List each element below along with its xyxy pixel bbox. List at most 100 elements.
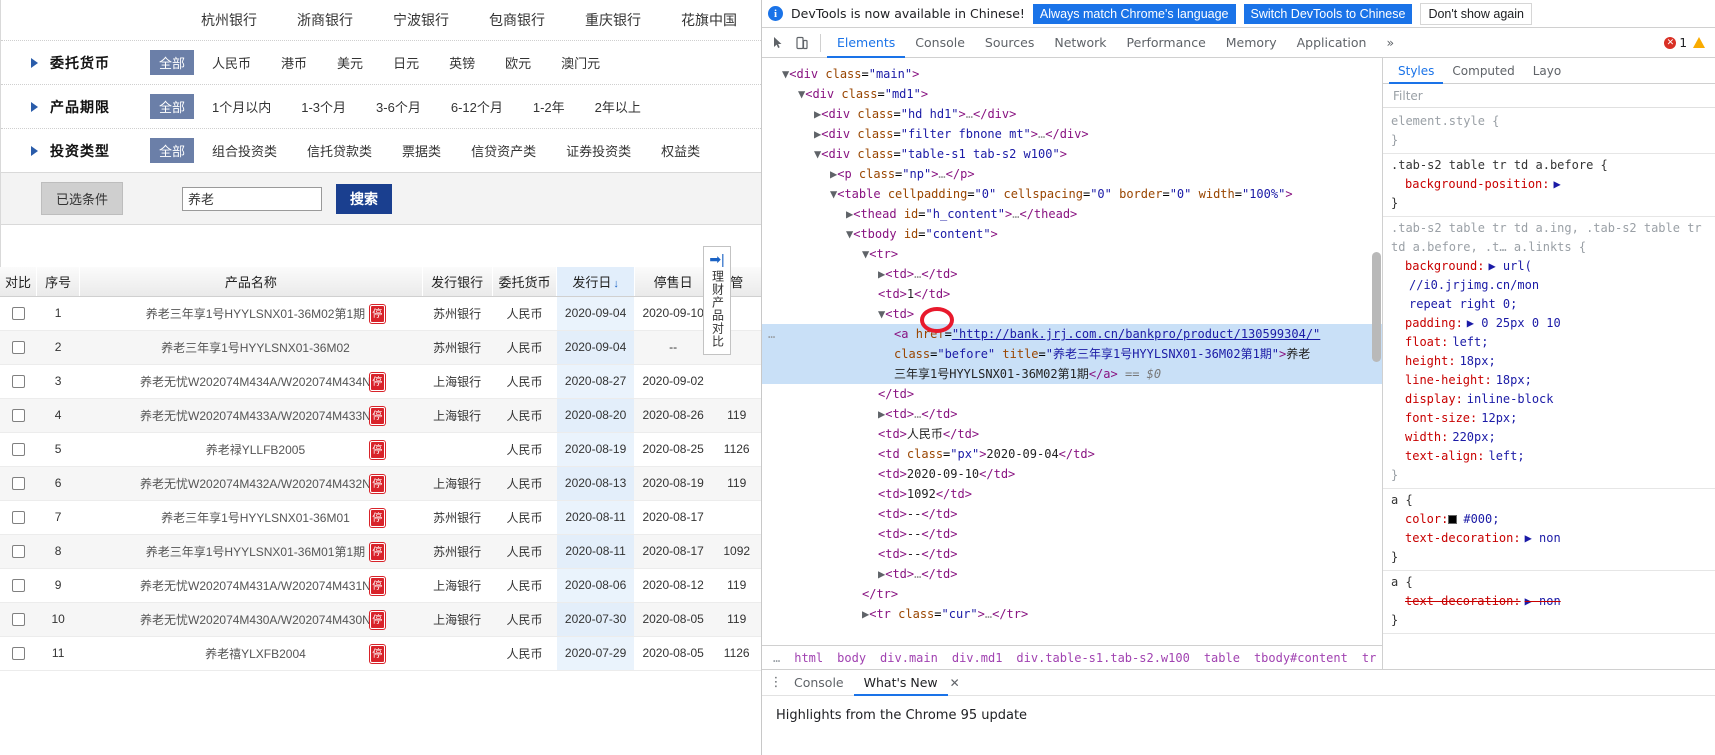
css-selector[interactable]: .tab-s2 table tr td a.ing, .tab-s2 table… (1391, 219, 1709, 257)
css-declaration[interactable]: color: #000; (1391, 510, 1709, 529)
dom-line[interactable]: ▶<td>…</td> (762, 404, 1382, 424)
product-name-link[interactable]: 养老无忧W202074M433A/W202074M433N (140, 409, 371, 423)
dom-line[interactable]: 三年享1号HYYLSNX01-36M02第1期</a> == $0 (762, 364, 1382, 384)
dom-line[interactable]: ▼<tbody id="content"> (762, 224, 1382, 244)
css-declaration[interactable]: text-align: left; (1391, 447, 1709, 466)
filter-all-button[interactable]: 全部 (150, 50, 195, 75)
tab-application[interactable]: Application (1287, 28, 1377, 58)
compare-checkbox-cell[interactable] (0, 364, 37, 399)
tab-elements[interactable]: Elements (827, 28, 905, 58)
css-declaration[interactable]: //i0.jrjimg.cn/mon (1391, 276, 1709, 295)
dom-line[interactable]: ▶<div class="filter fbnone mt">…</div> (762, 124, 1382, 144)
css-declaration[interactable]: background-position: ▶ (1391, 175, 1709, 194)
expand-triangle-icon[interactable] (31, 57, 38, 68)
bank-link[interactable]: 浙商银行 (297, 10, 353, 30)
compare-checkbox[interactable] (11, 647, 25, 661)
css-rule[interactable]: a {text-decoration: ▶ non} (1383, 571, 1715, 634)
compare-checkbox-cell[interactable] (0, 466, 37, 501)
dom-line[interactable]: ▶<div class="hd hd1">…</div> (762, 104, 1382, 124)
dom-line[interactable]: ▼<td> (762, 304, 1382, 324)
dom-line[interactable]: ▶<thead id="h_content">…</thead> (762, 204, 1382, 224)
dom-line[interactable]: ▶<td>…</td> (762, 264, 1382, 284)
breadcrumb-item[interactable]: body (830, 651, 873, 665)
css-property-value[interactable]: ▶ non (1525, 594, 1561, 608)
dom-line[interactable]: ▶<tr class="cur">…</tr> (762, 604, 1382, 624)
warning-icon[interactable] (1693, 37, 1705, 48)
tab-console[interactable]: Console (905, 28, 975, 58)
bank-link[interactable]: 重庆银行 (585, 10, 641, 30)
product-name-cell[interactable]: 养老无忧W202074M434A/W202074M434N 停 (79, 364, 423, 399)
css-property-value[interactable]: 220px; (1452, 430, 1495, 444)
product-name-link[interactable]: 养老三年享1号HYYLSNX01-36M01第1期 (146, 545, 365, 559)
css-declaration[interactable]: text-decoration: ▶ non (1391, 529, 1709, 548)
dom-line[interactable]: … <a href="http://bank.jrj.com.cn/bankpro… (762, 324, 1382, 344)
column-header[interactable]: 序号 (36, 267, 81, 297)
css-declaration[interactable]: padding: ▶ 0 25px 0 10 (1391, 314, 1709, 333)
compare-checkbox-cell[interactable] (0, 602, 37, 637)
bank-link[interactable]: 花旗中国 (681, 10, 737, 30)
css-property-value[interactable]: ▶ non (1525, 531, 1561, 545)
product-name-cell[interactable]: 养老三年享1号HYYLSNX01-36M02第1期停 (79, 296, 423, 331)
product-name-cell[interactable]: 养老三年享1号HYYLSNX01-36M01 停 (79, 500, 423, 535)
compare-checkbox-cell[interactable] (0, 534, 37, 569)
table-row[interactable]: 3 养老无忧W202074M434A/W202074M434N 停上海银行 人民币 20… (0, 364, 761, 399)
filter-option[interactable]: 港币 (281, 53, 307, 72)
css-rule[interactable]: .tab-s2 table tr td a.before {background… (1383, 154, 1715, 217)
compare-checkbox[interactable] (11, 375, 25, 389)
compare-checkbox-cell[interactable] (0, 330, 37, 365)
css-property-value[interactable]: left; (1452, 335, 1488, 349)
css-rules-list[interactable]: element.style {} .tab-s2 table tr td a.be… (1383, 108, 1715, 669)
bank-link[interactable]: 宁波银行 (393, 10, 449, 30)
breadcrumb-item[interactable]: tbody#content (1247, 651, 1355, 665)
product-name-link[interactable]: 养老无忧W202074M430A/W202074M430N (140, 613, 371, 627)
table-row[interactable]: 9 养老无忧W202074M431A/W202074M431N 停上海银行 人民币 20… (0, 568, 761, 603)
product-name-link[interactable]: 养老三年享1号HYYLSNX01-36M02第1期 (146, 307, 365, 321)
css-property-value[interactable]: ▶ (1554, 177, 1561, 191)
filter-option[interactable]: 组合投资类 (212, 141, 277, 160)
dom-line[interactable]: class="before" title="养老三年享1号HYYLSNX01-3… (762, 344, 1382, 364)
column-header[interactable]: 委托货币 (492, 267, 558, 297)
breadcrumb-item[interactable]: div.main (873, 651, 945, 665)
compare-checkbox-cell[interactable] (0, 636, 37, 671)
compare-checkbox-cell[interactable] (0, 432, 37, 467)
device-toolbar-icon[interactable] (790, 31, 814, 55)
column-header[interactable]: 发行日 ↓ (556, 267, 635, 297)
product-name-cell[interactable]: 养老三年享1号HYYLSNX01-36M02 (79, 330, 423, 365)
dom-line[interactable]: </td> (762, 384, 1382, 404)
table-row[interactable]: 11 养老禧YLXFB2004 停 人民币 2020-07-29 2020-08-05 11… (0, 636, 761, 671)
always-match-language-button[interactable]: Always match Chrome's language (1032, 3, 1236, 24)
styles-tab-styles[interactable]: Styles (1389, 58, 1443, 84)
compare-checkbox[interactable] (11, 579, 25, 593)
css-declaration[interactable]: line-height: 18px; (1391, 371, 1709, 390)
color-swatch[interactable] (1448, 515, 1458, 524)
dom-line[interactable]: ▼<table cellpadding="0" cellspacing="0" … (762, 184, 1382, 204)
css-property-value[interactable]: ▶ 0 25px 0 10 (1467, 316, 1561, 330)
table-row[interactable]: 5 养老禄YLLFB2005 停 人民币 2020-08-19 2020-08-25 112… (0, 432, 761, 467)
css-property-value[interactable]: //i0.jrjimg.cn/mon (1409, 278, 1539, 292)
dom-tree[interactable]: ▼<div class="main"> ▼<div class="md1"> ▶<d… (762, 58, 1382, 645)
tab-performance[interactable]: Performance (1117, 28, 1216, 58)
css-selector[interactable]: .tab-s2 table tr td a.before { (1391, 156, 1709, 175)
filter-all-button[interactable]: 全部 (150, 138, 195, 163)
breadcrumb-item[interactable]: div.table-s1.tab-s2.w100 (1009, 651, 1196, 665)
product-name-cell[interactable]: 养老禧YLXFB2004 停 (79, 636, 423, 671)
filter-option[interactable]: 澳门元 (561, 53, 600, 72)
css-property-value[interactable]: 18px; (1460, 354, 1496, 368)
product-name-cell[interactable]: 养老无忧W202074M433A/W202074M433N 停 (79, 398, 423, 433)
css-property-value[interactable]: inline-block (1467, 392, 1554, 406)
search-button[interactable]: 搜索 (336, 183, 393, 214)
bank-link[interactable]: 杭州银行 (201, 10, 257, 30)
dom-line[interactable]: ▼<div class="main"> (762, 64, 1382, 84)
css-rule[interactable]: a {color: #000; text-decoration: ▶ non} (1383, 489, 1715, 571)
dont-show-again-button[interactable]: Don't show again (1420, 2, 1532, 25)
compare-checkbox[interactable] (11, 545, 25, 559)
switch-to-chinese-button[interactable]: Switch DevTools to Chinese (1243, 3, 1413, 24)
compare-checkbox[interactable] (11, 511, 25, 525)
compare-checkbox[interactable] (11, 613, 25, 627)
compare-checkbox[interactable] (11, 341, 25, 355)
dom-line[interactable]: <td>1092</td> (762, 484, 1382, 504)
product-name-cell[interactable]: 养老三年享1号HYYLSNX01-36M01第1期停 (79, 534, 423, 569)
filter-option[interactable]: 3-6个月 (376, 97, 421, 116)
product-name-link[interactable]: 养老无忧W202074M432A/W202074M432N (140, 477, 371, 491)
filter-option[interactable]: 人民币 (212, 53, 251, 72)
